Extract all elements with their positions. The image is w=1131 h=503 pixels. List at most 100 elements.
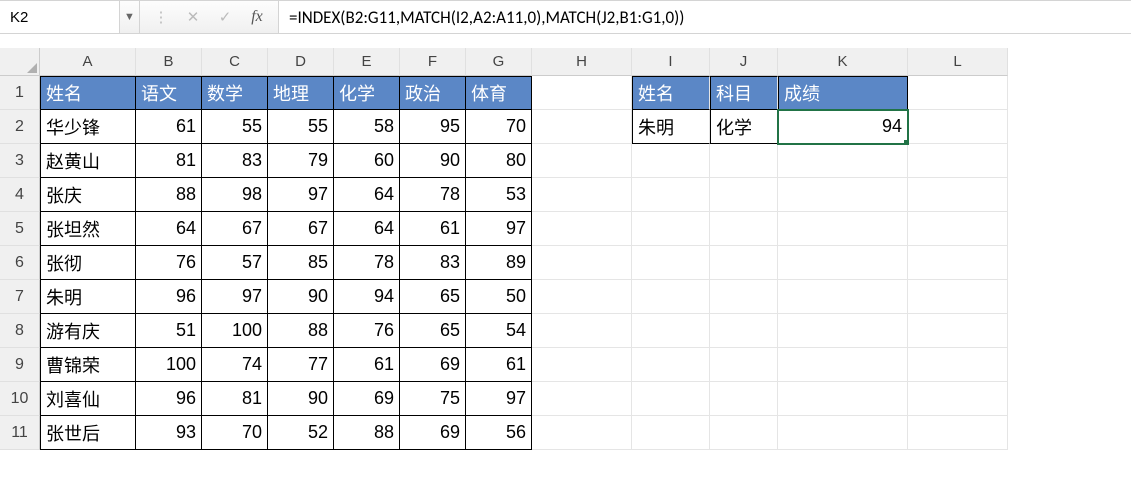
cell[interactable]: 88 <box>136 178 202 212</box>
cell[interactable] <box>908 314 1008 348</box>
cell[interactable] <box>632 314 710 348</box>
cell[interactable] <box>632 178 710 212</box>
cell[interactable] <box>710 314 778 348</box>
cell[interactable]: 语文 <box>136 76 202 110</box>
cell[interactable]: 100 <box>136 348 202 382</box>
cell[interactable]: 姓名 <box>632 76 710 110</box>
cell[interactable] <box>908 178 1008 212</box>
cell[interactable]: 朱明 <box>40 280 136 314</box>
cell[interactable]: 67 <box>268 212 334 246</box>
name-box[interactable]: K2 <box>0 1 120 33</box>
cell[interactable]: 61 <box>466 348 532 382</box>
cell[interactable]: 52 <box>268 416 334 450</box>
cell[interactable]: 体育 <box>466 76 532 110</box>
cell[interactable]: 77 <box>268 348 334 382</box>
cell[interactable] <box>778 178 908 212</box>
cell[interactable]: 姓名 <box>40 76 136 110</box>
cell[interactable]: 76 <box>334 314 400 348</box>
cell[interactable]: 94 <box>334 280 400 314</box>
active-cell[interactable]: 94 <box>778 110 908 144</box>
cell[interactable]: 97 <box>202 280 268 314</box>
cell[interactable]: 76 <box>136 246 202 280</box>
cell[interactable]: 83 <box>202 144 268 178</box>
cell[interactable]: 数学 <box>202 76 268 110</box>
cell[interactable] <box>632 212 710 246</box>
cell[interactable]: 98 <box>202 178 268 212</box>
cell[interactable] <box>710 246 778 280</box>
cell[interactable]: 85 <box>268 246 334 280</box>
cell[interactable] <box>632 246 710 280</box>
cell[interactable]: 81 <box>136 144 202 178</box>
cell[interactable] <box>710 144 778 178</box>
cell[interactable]: 科目 <box>710 76 778 110</box>
cell[interactable] <box>778 314 908 348</box>
cell[interactable] <box>778 212 908 246</box>
cell[interactable]: 成绩 <box>778 76 908 110</box>
cell[interactable] <box>778 382 908 416</box>
cancel-icon[interactable]: ✕ <box>184 8 202 26</box>
name-box-dropdown[interactable]: ▼ <box>120 1 140 33</box>
col-header[interactable]: J <box>710 48 778 76</box>
cell[interactable]: 90 <box>268 280 334 314</box>
col-header[interactable]: C <box>202 48 268 76</box>
cell[interactable]: 81 <box>202 382 268 416</box>
cell[interactable] <box>908 110 1008 144</box>
cell[interactable] <box>632 280 710 314</box>
cell[interactable] <box>532 280 632 314</box>
cell[interactable] <box>532 382 632 416</box>
cell[interactable] <box>710 280 778 314</box>
col-header[interactable]: F <box>400 48 466 76</box>
cell[interactable]: 61 <box>136 110 202 144</box>
col-header[interactable]: G <box>466 48 532 76</box>
cell[interactable]: 90 <box>268 382 334 416</box>
cell[interactable]: 55 <box>268 110 334 144</box>
cell[interactable]: 64 <box>334 178 400 212</box>
cell[interactable] <box>632 348 710 382</box>
col-header[interactable]: I <box>632 48 710 76</box>
cell[interactable]: 74 <box>202 348 268 382</box>
cell[interactable]: 97 <box>466 212 532 246</box>
fx-icon[interactable]: fx <box>248 8 266 26</box>
cell[interactable]: 60 <box>334 144 400 178</box>
select-all-corner[interactable] <box>0 48 40 76</box>
cell[interactable]: 70 <box>466 110 532 144</box>
cell[interactable] <box>532 212 632 246</box>
cell[interactable] <box>908 246 1008 280</box>
cell[interactable] <box>908 144 1008 178</box>
cell[interactable]: 83 <box>400 246 466 280</box>
cell[interactable]: 69 <box>400 348 466 382</box>
col-header[interactable]: B <box>136 48 202 76</box>
cell[interactable] <box>632 416 710 450</box>
cell[interactable] <box>710 416 778 450</box>
cell[interactable]: 张世后 <box>40 416 136 450</box>
col-header[interactable]: A <box>40 48 136 76</box>
cell[interactable]: 88 <box>268 314 334 348</box>
cell[interactable]: 地理 <box>268 76 334 110</box>
cell[interactable]: 61 <box>400 212 466 246</box>
col-header[interactable]: E <box>334 48 400 76</box>
cell[interactable]: 80 <box>466 144 532 178</box>
cell[interactable]: 79 <box>268 144 334 178</box>
cell[interactable]: 曹锦荣 <box>40 348 136 382</box>
cell[interactable] <box>908 416 1008 450</box>
cell[interactable] <box>532 246 632 280</box>
cell[interactable] <box>532 314 632 348</box>
cell[interactable] <box>778 280 908 314</box>
row-header[interactable]: 10 <box>0 382 40 416</box>
cell[interactable]: 化学 <box>334 76 400 110</box>
row-header[interactable]: 3 <box>0 144 40 178</box>
cell[interactable]: 化学 <box>710 110 778 144</box>
cell[interactable]: 100 <box>202 314 268 348</box>
cell[interactable]: 张庆 <box>40 178 136 212</box>
cell[interactable] <box>710 348 778 382</box>
cell[interactable]: 游有庆 <box>40 314 136 348</box>
col-header[interactable]: K <box>778 48 908 76</box>
cell[interactable]: 政治 <box>400 76 466 110</box>
cell[interactable] <box>908 280 1008 314</box>
cell[interactable] <box>632 382 710 416</box>
cell[interactable] <box>710 382 778 416</box>
cell[interactable]: 51 <box>136 314 202 348</box>
cell[interactable] <box>908 348 1008 382</box>
cell[interactable]: 张坦然 <box>40 212 136 246</box>
cell[interactable] <box>778 348 908 382</box>
